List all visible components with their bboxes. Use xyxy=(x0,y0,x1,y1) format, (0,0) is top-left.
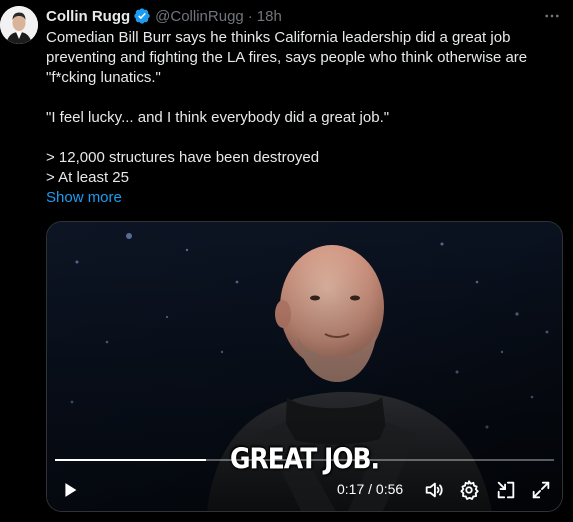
tweet-paragraph: Comedian Bill Burr says he thinks Califo… xyxy=(46,29,532,86)
tweet-text: Comedian Bill Burr says he thinks Califo… xyxy=(46,28,556,208)
picture-in-picture-icon[interactable] xyxy=(495,479,517,501)
tweet-timestamp[interactable]: 18h xyxy=(257,8,282,25)
fullscreen-icon[interactable] xyxy=(530,479,552,501)
video-player[interactable]: GREAT JOB. 0:17 / 0:56 xyxy=(46,221,563,512)
more-icon[interactable] xyxy=(541,6,563,26)
gear-icon[interactable] xyxy=(458,479,480,501)
separator-dot: · xyxy=(247,7,253,25)
show-more-link[interactable]: Show more xyxy=(46,188,556,208)
video-progress-bar[interactable] xyxy=(55,459,554,461)
author-display-name[interactable]: Collin Rugg xyxy=(46,8,130,25)
volume-icon[interactable] xyxy=(423,479,445,501)
tweet-paragraph: > 12,000 structures have been destroyed … xyxy=(46,149,320,186)
author-handle[interactable]: @CollinRugg xyxy=(155,8,244,25)
play-icon[interactable] xyxy=(59,479,81,501)
tweet-header: Collin Rugg @CollinRugg · 18h xyxy=(46,6,282,26)
tweet-paragraph: "I feel lucky... and I think everybody d… xyxy=(46,109,390,126)
video-progress-fill xyxy=(55,459,207,461)
verified-badge-icon xyxy=(133,7,151,25)
video-controls: 0:17 / 0:56 xyxy=(47,471,562,511)
avatar[interactable] xyxy=(0,6,38,44)
video-timecode: 0:17 / 0:56 xyxy=(337,481,404,497)
